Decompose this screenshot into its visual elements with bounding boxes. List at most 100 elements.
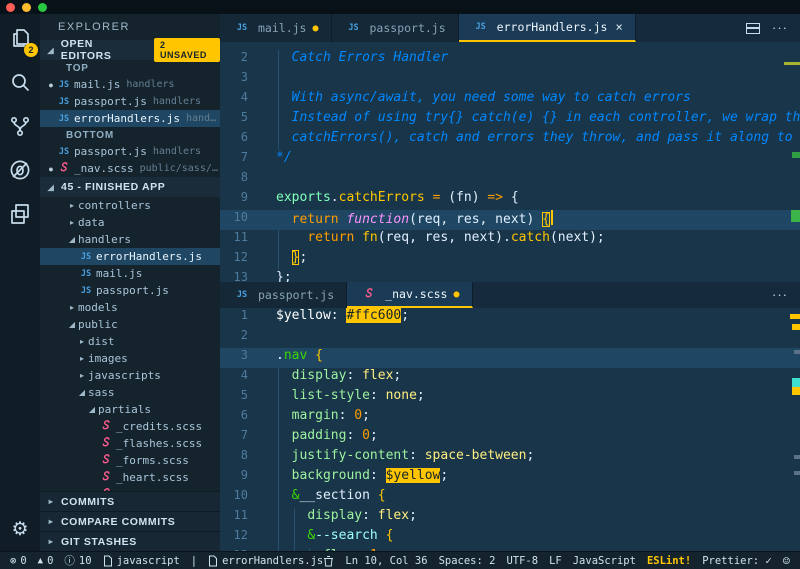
status-file[interactable]: javascript [103,555,180,567]
activity-explorer-button[interactable]: 2 [6,26,38,57]
tree-item-label: _heart.scss [116,471,189,484]
status-error[interactable]: ⊗ 0 [10,555,27,567]
indent-guide [278,230,279,250]
project-folder-header[interactable]: ◢ 45 - FINISHED APP [40,177,220,197]
error-icon: ⊗ [10,554,17,567]
close-window-button[interactable] [6,2,15,12]
status-prettier[interactable]: Prettier: ✓ [702,555,772,567]
indent-guide [278,250,279,270]
tree-folder-dist[interactable]: ▸ dist [40,333,220,350]
open-editor-item[interactable]: ● _nav.scss public/sass/partials [40,160,220,177]
split-editor-icon[interactable] [746,22,760,34]
section-commits[interactable]: ▸ COMMITS [40,491,220,511]
tree-item-label: public [78,318,118,331]
line-number: 12 [233,528,248,542]
tree-item-label: javascripts [88,369,161,382]
js-file-icon: JS [58,79,70,90]
tree-file-mail.js[interactable]: JS mail.js [40,265,220,282]
extensions-icon [8,202,32,231]
sass-file-icon [96,436,116,451]
tab-_nav.scss[interactable]: _nav.scss ● [347,282,473,308]
maximize-window-button[interactable] [38,2,47,12]
activity-source-control-button[interactable] [6,114,34,142]
minimize-window-button[interactable] [22,2,31,12]
indent-guide [278,548,279,551]
open-editor-item[interactable]: JS errorHandlers.js handlers [40,110,220,127]
indent-guide [278,488,279,508]
tree-file-_forms.scss[interactable]: _forms.scss [40,452,220,469]
tab-label: passport.js [369,21,446,35]
tree-file-errorHandlers.js[interactable]: JS errorHandlers.js [40,248,220,265]
tab-passport.js[interactable]: JS passport.js [220,282,348,308]
tab-mail.js[interactable]: JS mail.js ● [220,14,332,42]
open-editor-filename: passport.js [74,95,147,108]
line-number: 10 [233,210,248,224]
tree-file-_credits.scss[interactable]: _credits.scss [40,418,220,435]
code-editor-top[interactable]: 2 Catch Errors Handler 3 4 With async/awai… [220,42,800,282]
section-git-stashes[interactable]: ▸ GIT STASHES [40,531,220,551]
status-spaces-2[interactable]: Spaces: 2 [439,555,496,567]
open-editors-header[interactable]: ◢ OPEN EDITORS 2 UNSAVED [40,38,220,62]
chevron-expanded-icon: ◢ [47,182,55,192]
status-ln-10-col-36[interactable]: Ln 10, Col 36 [345,555,427,567]
status-lf[interactable]: LF [549,555,562,567]
status-file[interactable]: errorHandlers.js [208,555,323,567]
overview-ruler-marker [784,62,800,65]
tree-item-label: images [88,352,128,365]
sass-file-icon [96,470,116,485]
dirty-dot-icon: ● [48,163,54,174]
file-tree: ▸ controllers ▸ data ◢ handlers JS errorHandler… [40,197,220,491]
chevron-collapsed-icon: ▸ [69,201,74,210]
tree-folder-images[interactable]: ▸ images [40,350,220,367]
tree-file-_flashes.scss[interactable]: _flashes.scss [40,435,220,452]
close-icon[interactable]: × [615,20,622,34]
open-editor-filename: _nav.scss [74,162,134,175]
file-icon [103,555,113,567]
tab-label: mail.js [258,21,307,35]
status-utf-8[interactable]: UTF-8 [506,555,538,567]
more-actions-icon[interactable]: ··· [772,21,788,34]
open-editor-item[interactable]: ● JS mail.js handlers [40,76,220,93]
js-file-icon: JS [58,96,70,107]
open-editor-item[interactable]: JS passport.js handlers [40,93,220,110]
tree-folder-controllers[interactable]: ▸ controllers [40,197,220,214]
file-icon [208,555,218,567]
tree-folder-public[interactable]: ◢ public [40,316,220,333]
activity-search-button[interactable] [6,70,34,98]
tree-item-label: dist [88,335,115,348]
more-actions-icon[interactable]: ··· [772,288,788,301]
status-warning[interactable]: ▲ 0 [38,555,54,567]
tab-passport.js[interactable]: JS passport.js [331,14,459,42]
js-file-icon: JS [58,113,70,124]
status-[interactable]: | [191,555,197,567]
status-info[interactable]: ⓘ 10 [64,553,91,568]
tree-folder-javascripts[interactable]: ▸ javascripts [40,367,220,384]
status-smiley[interactable]: ☺ [783,554,790,568]
tree-folder-handlers[interactable]: ◢ handlers [40,231,220,248]
gear-icon[interactable]: ⚙ [11,518,28,541]
tree-file-_heart.scss[interactable]: _heart.scss [40,469,220,486]
code-line-6: 6 margin: 0; [220,408,800,428]
open-editor-filename: passport.js [74,145,147,158]
status-trash[interactable] [323,555,334,567]
tree-folder-partials[interactable]: ◢ partials [40,401,220,418]
activity-debug-button[interactable] [6,158,34,186]
activity-extensions-button[interactable] [6,202,34,230]
code-line-3: 3 .nav { [220,348,800,368]
tree-folder-models[interactable]: ▸ models [40,299,220,316]
code-editor-bottom[interactable]: 1 $yellow: #ffc600; 2 3 .nav {4 display: fle… [220,308,800,551]
tree-folder-data[interactable]: ▸ data [40,214,220,231]
project-folder-label: 45 - FINISHED APP [61,181,166,193]
tree-item-label: _credits.scss [116,420,203,433]
open-editor-item[interactable]: JS passport.js handlers [40,143,220,160]
section-compare-commits[interactable]: ▸ COMPARE COMMITS [40,511,220,531]
status-javascript[interactable]: JavaScript [573,555,636,567]
tab-errorHandlers.js[interactable]: JS errorHandlers.js × [458,14,636,42]
trash-icon [323,555,334,567]
tab-bar-top: JS mail.js ● JS passport.js JS errorHandlers.j… [220,14,800,42]
status-eslint[interactable]: ESLint! [647,555,691,567]
tab-label: passport.js [258,288,335,302]
text-cursor [550,210,553,225]
tree-file-passport.js[interactable]: JS passport.js [40,282,220,299]
tree-folder-sass[interactable]: ◢ sass [40,384,220,401]
